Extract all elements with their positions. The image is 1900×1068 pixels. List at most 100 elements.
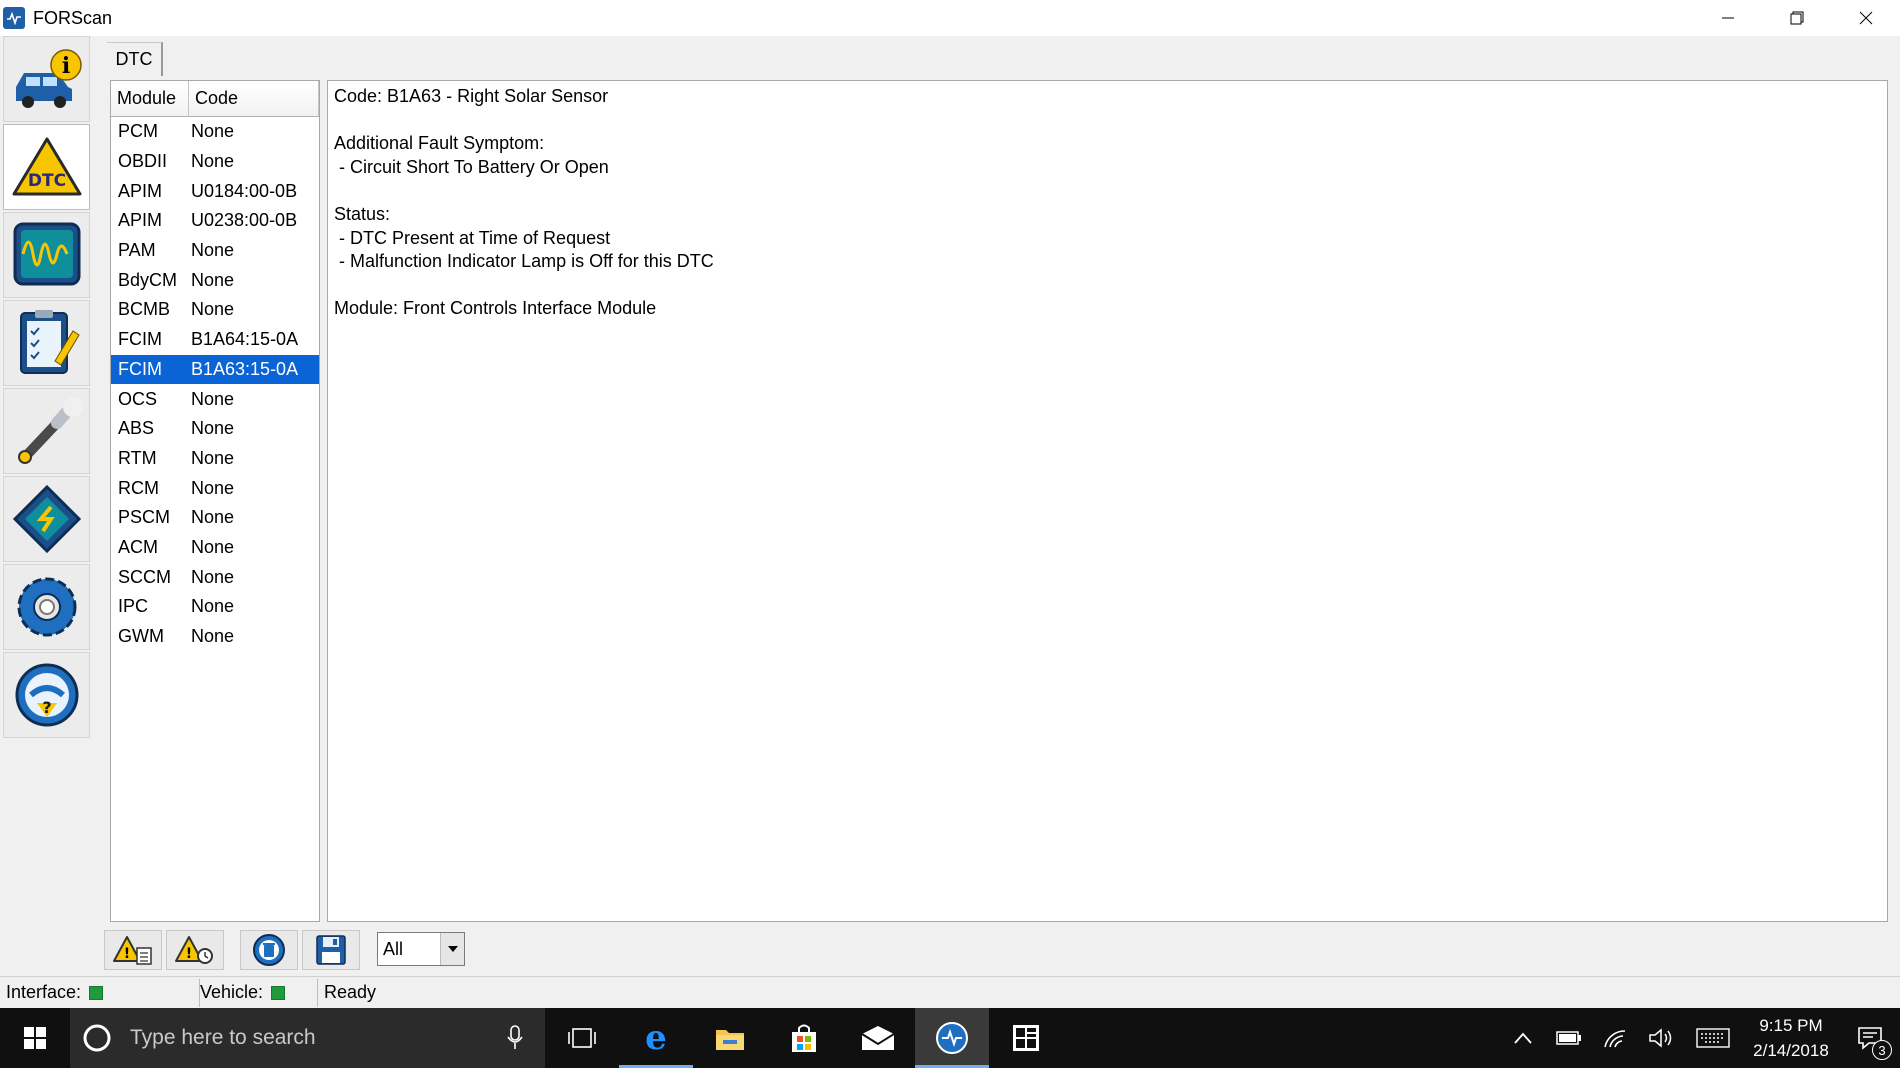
restore-button[interactable] bbox=[1762, 0, 1831, 36]
ready-text: Ready bbox=[324, 982, 377, 1002]
settings-button[interactable] bbox=[3, 564, 90, 650]
system-tray: 9:15 PM 2/14/2018 3 bbox=[1500, 1008, 1900, 1068]
module-list[interactable]: Module Code PCM None OBDII None APIM U0184:… bbox=[110, 80, 320, 922]
interface-label: Interface: bbox=[6, 982, 82, 1002]
dtc-filter-value: All bbox=[383, 938, 404, 959]
table-row[interactable]: RTM None bbox=[111, 444, 319, 474]
battery-button[interactable] bbox=[1546, 1008, 1592, 1068]
svg-text:i: i bbox=[61, 53, 69, 79]
svg-text:e: e bbox=[645, 1022, 667, 1054]
table-row[interactable]: GWM None bbox=[111, 622, 319, 652]
table-row[interactable]: PSCM None bbox=[111, 503, 319, 533]
dtc-button[interactable]: DTC bbox=[3, 124, 90, 210]
table-row[interactable]: BdyCM None bbox=[111, 265, 319, 295]
warning-list-icon: ! bbox=[113, 936, 152, 965]
tab-dtc[interactable]: DTC bbox=[107, 42, 163, 76]
show-hidden-icons-button[interactable] bbox=[1500, 1008, 1546, 1068]
minimize-button[interactable] bbox=[1693, 0, 1762, 36]
vehicle-status: Vehicle: bbox=[200, 978, 318, 1007]
table-row[interactable]: APIM U0184:00-0B bbox=[111, 176, 319, 206]
left-toolbar: i DTC ? bbox=[0, 36, 91, 976]
vehicle-info-button[interactable]: i bbox=[3, 36, 90, 122]
table-row[interactable]: PAM None bbox=[111, 236, 319, 266]
table-row[interactable]: RCM None bbox=[111, 473, 319, 503]
table-row[interactable]: OCS None bbox=[111, 384, 319, 414]
close-button[interactable] bbox=[1831, 0, 1900, 36]
read-dtc-button[interactable]: ! bbox=[104, 930, 162, 970]
taskbar-app-tiles[interactable] bbox=[989, 1008, 1063, 1068]
keyboard-icon bbox=[1696, 1028, 1730, 1048]
forscan-taskbar-icon bbox=[936, 1022, 968, 1054]
mail-envelope-icon bbox=[861, 1026, 895, 1050]
start-button[interactable] bbox=[0, 1008, 70, 1068]
search-placeholder: Type here to search bbox=[130, 1026, 316, 1049]
touch-keyboard-button[interactable] bbox=[1684, 1008, 1742, 1068]
dtc-code-line: Code: B1A63 - Right Solar Sensor bbox=[334, 86, 609, 106]
table-row[interactable]: BCMB None bbox=[111, 295, 319, 325]
table-row[interactable]: FCIM B1A64:15-0A bbox=[111, 325, 319, 355]
taskbar-forscan[interactable] bbox=[915, 1008, 989, 1068]
save-button[interactable] bbox=[302, 930, 360, 970]
chevron-down-icon[interactable] bbox=[440, 933, 464, 965]
svg-text:?: ? bbox=[42, 698, 51, 717]
status-line-1: - DTC Present at Time of Request bbox=[334, 227, 611, 248]
chip-icon bbox=[12, 484, 81, 554]
checklist-icon bbox=[19, 310, 80, 374]
table-row[interactable]: ACM None bbox=[111, 533, 319, 563]
microphone-icon[interactable] bbox=[505, 1025, 525, 1051]
table-row-selected[interactable]: FCIM B1A63:15-0A bbox=[111, 354, 319, 385]
action-center-button[interactable]: 3 bbox=[1840, 1008, 1900, 1068]
restore-icon bbox=[1790, 11, 1803, 25]
windows-logo-icon bbox=[24, 1027, 46, 1049]
chevron-up-icon bbox=[1514, 1032, 1532, 1044]
help-icon: ? bbox=[15, 663, 78, 727]
dtc-filter-select[interactable]: All bbox=[377, 932, 465, 966]
taskbar-store[interactable] bbox=[767, 1008, 841, 1068]
table-row[interactable]: OBDII None bbox=[111, 147, 319, 177]
refresh-dtc-button[interactable]: ! bbox=[166, 930, 224, 970]
svg-text:!: ! bbox=[124, 946, 130, 962]
table-row[interactable]: IPC None bbox=[111, 592, 319, 622]
close-icon bbox=[1859, 11, 1872, 25]
task-view-icon bbox=[568, 1028, 596, 1048]
configuration-button[interactable] bbox=[3, 476, 90, 562]
interface-led bbox=[89, 985, 104, 1000]
save-disk-icon bbox=[316, 935, 346, 965]
window-title: FORScan bbox=[33, 7, 113, 28]
volume-button[interactable] bbox=[1638, 1008, 1684, 1068]
edge-browser-icon: e bbox=[645, 1022, 667, 1054]
service-functions-button[interactable] bbox=[3, 388, 90, 474]
module-list-header: Module Code bbox=[111, 81, 319, 117]
checklist-button[interactable] bbox=[3, 300, 90, 386]
title-bar: FORScan bbox=[0, 0, 1900, 36]
table-row[interactable]: PCM None bbox=[111, 117, 319, 147]
table-row[interactable]: ABS None bbox=[111, 414, 319, 444]
clear-dtc-button[interactable] bbox=[240, 930, 298, 970]
taskbar-search-box[interactable]: Type here to search bbox=[70, 1008, 545, 1068]
table-row[interactable]: APIM U0238:00-0B bbox=[111, 206, 319, 236]
symptom-line: - Circuit Short To Battery Or Open bbox=[334, 156, 609, 177]
taskbar-file-explorer[interactable] bbox=[693, 1008, 767, 1068]
car-info-icon: i bbox=[15, 49, 82, 108]
tiles-app-icon bbox=[1013, 1025, 1039, 1051]
task-view-button[interactable] bbox=[545, 1008, 619, 1068]
minimize-icon bbox=[1721, 17, 1734, 19]
bottom-toolbar: ! ! All bbox=[0, 925, 1900, 975]
status-bar: Interface: Vehicle: Ready bbox=[0, 976, 1900, 1008]
help-button[interactable]: ? bbox=[3, 652, 90, 738]
svg-text:DTC: DTC bbox=[27, 171, 65, 191]
cortana-circle-icon bbox=[83, 1024, 111, 1052]
gear-icon bbox=[17, 577, 76, 637]
network-button[interactable] bbox=[1592, 1008, 1638, 1068]
column-header-module[interactable]: Module bbox=[111, 81, 189, 116]
taskbar-clock[interactable]: 9:15 PM 2/14/2018 bbox=[1742, 1013, 1840, 1063]
dtc-detail-panel[interactable]: Code: B1A63 - Right Solar Sensor Additio… bbox=[327, 80, 1888, 922]
svg-text:!: ! bbox=[186, 946, 192, 962]
oscilloscope-button[interactable] bbox=[3, 212, 90, 298]
clock-date: 2/14/2018 bbox=[1753, 1041, 1829, 1060]
ready-status: Ready bbox=[318, 979, 382, 1007]
table-row[interactable]: SCCM None bbox=[111, 562, 319, 592]
column-header-code[interactable]: Code bbox=[189, 81, 319, 116]
taskbar-edge[interactable]: e bbox=[619, 1008, 693, 1068]
taskbar-mail[interactable] bbox=[841, 1008, 915, 1068]
